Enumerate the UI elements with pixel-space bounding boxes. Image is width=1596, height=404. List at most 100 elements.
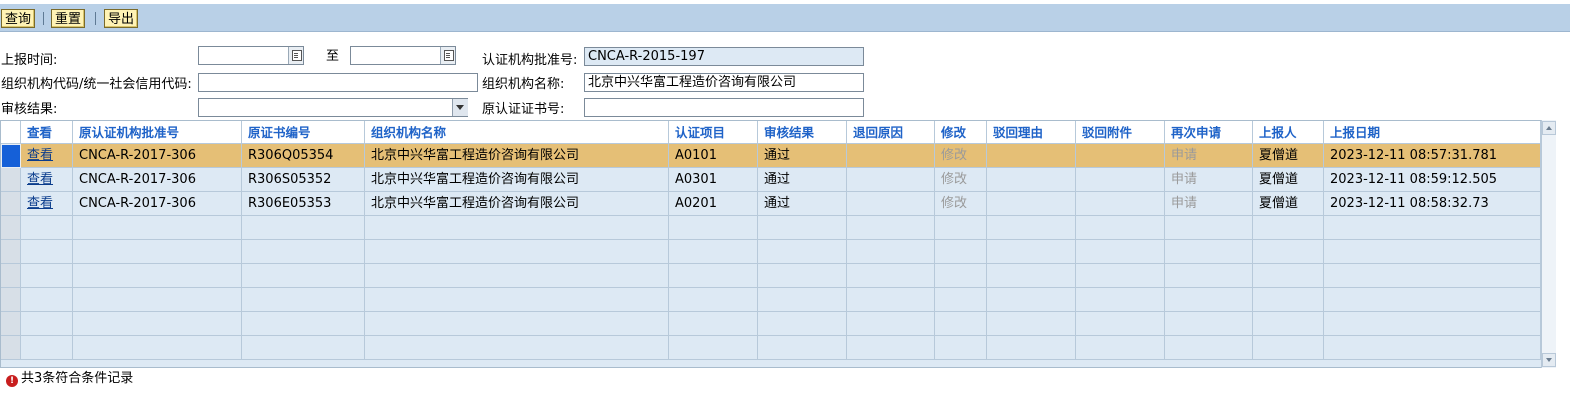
reset-button[interactable]: 重置 xyxy=(51,9,86,28)
cell-view xyxy=(21,336,73,360)
calendar-icon[interactable] xyxy=(440,47,455,64)
cell-result: 通过 xyxy=(758,192,847,216)
original-cert-field[interactable] xyxy=(584,98,864,117)
cell-date xyxy=(1324,288,1541,312)
row-selector[interactable] xyxy=(1,264,21,288)
cell-org-name: 北京中兴华富工程造价咨询有限公司 xyxy=(365,168,669,192)
cert-approval-field[interactable]: CNCA-R-2015-197 xyxy=(584,47,864,66)
row-selector[interactable] xyxy=(1,240,21,264)
row-selector[interactable] xyxy=(1,288,21,312)
cell-view xyxy=(21,240,73,264)
scroll-down-icon[interactable] xyxy=(1542,353,1556,367)
cell-result xyxy=(758,216,847,240)
cell-reject-reason xyxy=(987,168,1076,192)
cell-org-name xyxy=(365,312,669,336)
empty-table-row xyxy=(1,336,1541,360)
col-header-return-reason[interactable]: 退回原因 xyxy=(847,121,935,144)
review-result-select[interactable] xyxy=(198,98,468,117)
col-header-reporter[interactable]: 上报人 xyxy=(1253,121,1324,144)
org-name-field[interactable]: 北京中兴华富工程造价咨询有限公司 xyxy=(584,73,864,92)
cell-reporter xyxy=(1253,336,1324,360)
cell-project xyxy=(669,216,758,240)
cell-project xyxy=(669,264,758,288)
original-cert-label: 原认证证书号: xyxy=(482,102,565,117)
scroll-up-icon[interactable] xyxy=(1542,121,1556,135)
cell-project xyxy=(669,240,758,264)
empty-table-row xyxy=(1,264,1541,288)
cell-project xyxy=(669,312,758,336)
table-row[interactable]: 查看 CNCA-R-2017-306 R306E05353 北京中兴华富工程造价咨询有… xyxy=(1,192,1541,216)
cell-reapply xyxy=(1165,288,1253,312)
cell-modify[interactable]: 修改 xyxy=(935,192,987,216)
cell-orig-approval xyxy=(73,264,242,288)
cell-reject-attach xyxy=(1076,312,1165,336)
cell-view[interactable]: 查看 xyxy=(21,168,73,192)
org-code-label: 组织机构代码/统一社会信用代码: xyxy=(1,77,192,92)
cell-reapply xyxy=(1165,240,1253,264)
cell-project xyxy=(669,336,758,360)
cell-return-reason xyxy=(847,240,935,264)
row-selector[interactable] xyxy=(1,336,21,360)
results-grid: 查看 原认证机构批准号 原证书编号 组织机构名称 认证项目 审核结果 退回原因 … xyxy=(0,120,1556,368)
cell-orig-approval xyxy=(73,288,242,312)
calendar-icon[interactable] xyxy=(288,47,303,64)
row-selector[interactable] xyxy=(1,216,21,240)
cell-orig-approval xyxy=(73,240,242,264)
col-header-org-name[interactable]: 组织机构名称 xyxy=(365,121,669,144)
cell-view xyxy=(21,216,73,240)
table-row[interactable]: 查看 CNCA-R-2017-306 R306S05352 北京中兴华富工程造价咨询有… xyxy=(1,168,1541,192)
col-header-project[interactable]: 认证项目 xyxy=(669,121,758,144)
row-selector[interactable] xyxy=(1,168,21,192)
row-selector[interactable] xyxy=(1,312,21,336)
export-button[interactable]: 导出 xyxy=(104,9,139,28)
col-header-modify[interactable]: 修改 xyxy=(935,121,987,144)
col-header-reject-attach[interactable]: 驳回附件 xyxy=(1076,121,1165,144)
col-header-date[interactable]: 上报日期 xyxy=(1324,121,1541,144)
status-text: 共3条符合条件记录 xyxy=(21,371,134,386)
cell-date xyxy=(1324,216,1541,240)
empty-table-row xyxy=(1,240,1541,264)
cell-view[interactable]: 查看 xyxy=(21,192,73,216)
cell-reporter: 夏僧道 xyxy=(1253,168,1324,192)
col-header-view[interactable]: 查看 xyxy=(21,121,73,144)
cell-modify[interactable]: 修改 xyxy=(935,168,987,192)
empty-table-row xyxy=(1,216,1541,240)
cell-reject-attach xyxy=(1076,336,1165,360)
cell-org-name xyxy=(365,216,669,240)
cell-org-name xyxy=(365,288,669,312)
cell-reapply[interactable]: 申请 xyxy=(1165,168,1253,192)
row-selector[interactable] xyxy=(1,144,21,168)
cell-orig-approval xyxy=(73,216,242,240)
cell-orig-cert xyxy=(242,336,365,360)
cell-orig-cert xyxy=(242,264,365,288)
org-code-field[interactable] xyxy=(198,73,478,92)
grid-scrollbar[interactable] xyxy=(1541,120,1556,368)
cell-org-name xyxy=(365,240,669,264)
cell-reject-attach xyxy=(1076,216,1165,240)
cell-reapply[interactable]: 申请 xyxy=(1165,144,1253,168)
col-header-result[interactable]: 审核结果 xyxy=(758,121,847,144)
cell-date: 2023-12-11 08:59:12.505 xyxy=(1324,168,1541,192)
chevron-down-icon[interactable] xyxy=(452,99,468,116)
col-header-reapply[interactable]: 再次申请 xyxy=(1165,121,1253,144)
empty-table-row xyxy=(1,312,1541,336)
cell-reject-reason xyxy=(987,264,1076,288)
cell-reapply[interactable]: 申请 xyxy=(1165,192,1253,216)
table-row[interactable]: 查看 CNCA-R-2017-306 R306Q05354 北京中兴华富工程造价咨询有… xyxy=(1,144,1541,168)
cell-result: 通过 xyxy=(758,144,847,168)
error-icon: ! xyxy=(6,375,18,387)
cell-result xyxy=(758,312,847,336)
query-button[interactable]: 查询 xyxy=(1,9,36,28)
cell-return-reason xyxy=(847,264,935,288)
cell-reporter xyxy=(1253,312,1324,336)
col-header-orig-cert[interactable]: 原证书编号 xyxy=(242,121,365,144)
col-header-reject-reason[interactable]: 驳回理由 xyxy=(987,121,1076,144)
row-selector[interactable] xyxy=(1,192,21,216)
cell-orig-cert xyxy=(242,288,365,312)
cell-orig-cert: R306Q05354 xyxy=(242,144,365,168)
col-header-orig-approval[interactable]: 原认证机构批准号 xyxy=(73,121,242,144)
cell-modify[interactable]: 修改 xyxy=(935,144,987,168)
cell-view[interactable]: 查看 xyxy=(21,144,73,168)
cell-project xyxy=(669,288,758,312)
cell-reject-reason xyxy=(987,336,1076,360)
